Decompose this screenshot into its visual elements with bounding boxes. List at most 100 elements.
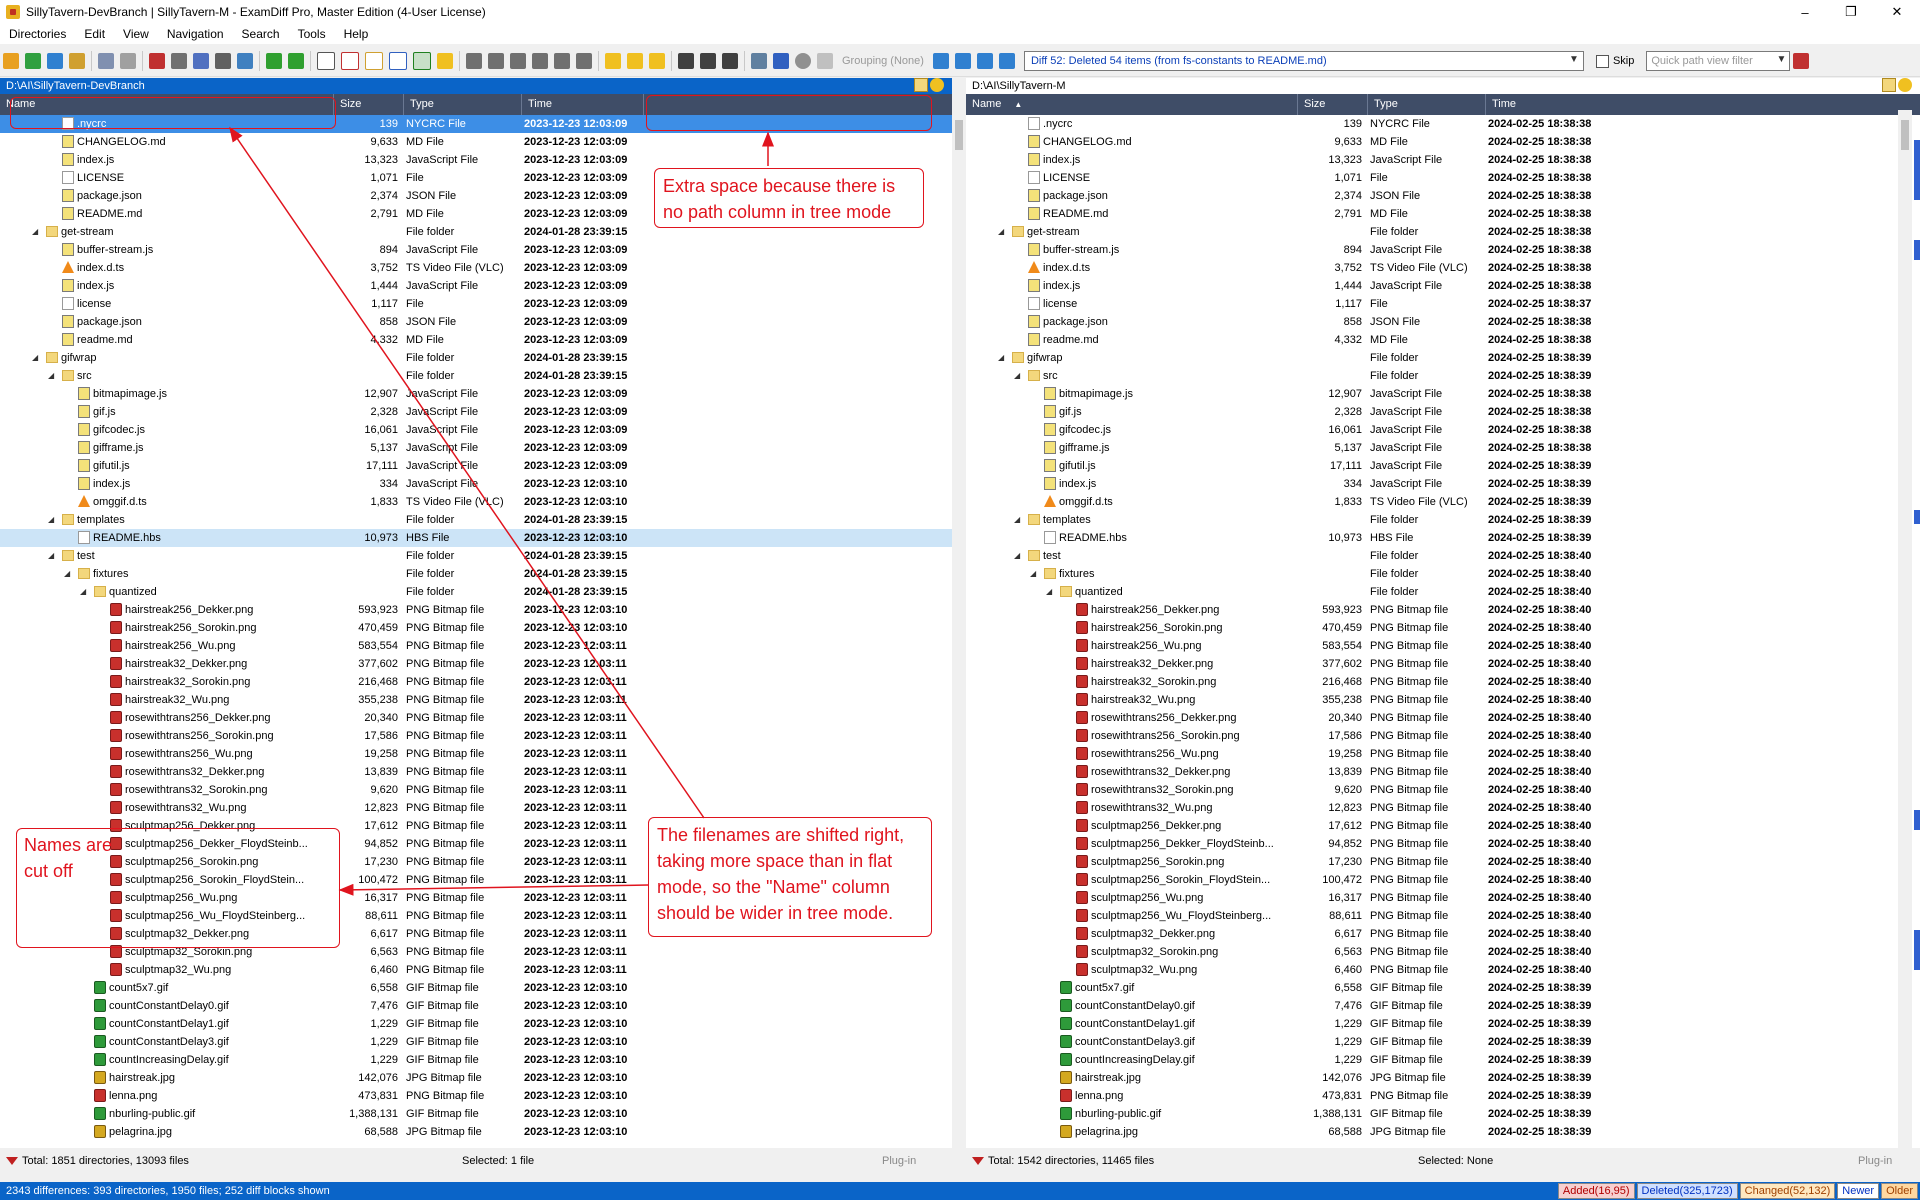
table-row[interactable]: rosewithtrans32_Sorokin.png 9,620 PNG Bitm… bbox=[966, 781, 1920, 799]
expand-toggle-icon[interactable]: ◢ bbox=[1014, 547, 1020, 565]
column-type[interactable]: Type bbox=[404, 94, 522, 115]
expand-toggle-icon[interactable]: ◢ bbox=[1046, 583, 1052, 601]
table-row[interactable]: license 1,117 File 2024-02-25 18:38:37 bbox=[966, 295, 1920, 313]
expand-toggle-icon[interactable]: ◢ bbox=[1030, 565, 1036, 583]
table-row[interactable]: README.hbs 10,973 HBS File 2024-02-25 18:38… bbox=[966, 529, 1920, 547]
search-icon[interactable] bbox=[237, 53, 253, 69]
table-row[interactable]: hairstreak256_Wu.png 583,554 PNG Bitmap fi… bbox=[966, 637, 1920, 655]
column-name[interactable]: Name ▲ bbox=[966, 94, 1298, 115]
table-row[interactable]: gifframe.js 5,137 JavaScript File 2024-02-2… bbox=[966, 439, 1920, 457]
view-icon[interactable] bbox=[317, 52, 335, 70]
table-row[interactable]: rosewithtrans32_Wu.png 12,823 PNG Bitmap f… bbox=[0, 799, 952, 817]
table-row[interactable]: ◢ get-stream File folder 2024-02-25 18:38:3… bbox=[966, 223, 1920, 241]
binoculars-prev-icon[interactable] bbox=[722, 53, 738, 69]
table-row[interactable]: gifutil.js 17,111 JavaScript File 2024-02-2… bbox=[966, 457, 1920, 475]
clear-filter-icon[interactable] bbox=[1793, 53, 1810, 69]
menu-search[interactable]: Search bbox=[233, 27, 289, 41]
expand-toggle-icon[interactable]: ◢ bbox=[998, 223, 1004, 241]
newer-badge[interactable]: Newer bbox=[1837, 1183, 1880, 1199]
table-row[interactable]: rosewithtrans32_Dekker.png 13,839 PNG Bitm… bbox=[966, 763, 1920, 781]
expand-toggle-icon[interactable]: ◢ bbox=[64, 565, 70, 583]
table-row[interactable]: countConstantDelay1.gif 1,229 GIF Bitmap f… bbox=[966, 1015, 1920, 1033]
table-row[interactable]: sculptmap256_Sorokin_FloydStein... 100,47… bbox=[966, 871, 1920, 889]
table-row[interactable]: hairstreak32_Sorokin.png 216,468 PNG Bitma… bbox=[966, 673, 1920, 691]
table-row[interactable]: index.js 334 JavaScript File 2023-12-23 12:… bbox=[0, 475, 952, 493]
table-row[interactable]: count5x7.gif 6,558 GIF Bitmap file 2024-02-… bbox=[966, 979, 1920, 997]
table-row[interactable]: lenna.png 473,831 PNG Bitmap file 2024-02-2… bbox=[966, 1087, 1920, 1105]
table-row[interactable]: README.hbs 10,973 HBS File 2023-12-23 12:03… bbox=[0, 529, 952, 547]
table-row[interactable]: count5x7.gif 6,558 GIF Bitmap file 2023-12-… bbox=[0, 979, 952, 997]
table-row[interactable]: CHANGELOG.md 9,633 MD File 2023-12-23 12:03… bbox=[0, 133, 952, 151]
table-row[interactable]: package.json 858 JSON File 2023-12-23 12:03… bbox=[0, 313, 952, 331]
table-row[interactable]: index.js 334 JavaScript File 2024-02-25 18:… bbox=[966, 475, 1920, 493]
table-row[interactable]: ◢ fixtures File folder 2024-01-28 23:39:15 bbox=[0, 565, 952, 583]
table-row[interactable]: gifcodec.js 16,061 JavaScript File 2024-02-… bbox=[966, 421, 1920, 439]
table-row[interactable]: countIncreasingDelay.gif 1,229 GIF Bitmap … bbox=[966, 1051, 1920, 1069]
table-row[interactable]: index.js 13,323 JavaScript File 2023-12-23 … bbox=[0, 151, 952, 169]
table-row[interactable]: hairstreak32_Wu.png 355,238 PNG Bitmap fil… bbox=[0, 691, 952, 709]
diff-navigator-select[interactable]: Diff 52: Deleted 54 items (from fs-const… bbox=[1023, 51, 1584, 71]
collapse-all-icon[interactable] bbox=[976, 53, 993, 69]
table-row[interactable]: gif.js 2,328 JavaScript File 2024-02-25 18:… bbox=[966, 403, 1920, 421]
table-row[interactable]: countConstantDelay0.gif 7,476 GIF Bitmap f… bbox=[0, 997, 952, 1015]
table-row[interactable]: ◢ quantized File folder 2024-01-28 23:39:15 bbox=[0, 583, 952, 601]
table-row[interactable]: rosewithtrans256_Wu.png 19,258 PNG Bitmap … bbox=[0, 745, 952, 763]
table-row[interactable]: gifcodec.js 16,061 JavaScript File 2023-12-… bbox=[0, 421, 952, 439]
table-row[interactable]: ◢ src File folder 2024-01-28 23:39:15 bbox=[0, 367, 952, 385]
table-row[interactable]: sculptmap256_Wu.png 16,317 PNG Bitmap file… bbox=[966, 889, 1920, 907]
table-row[interactable]: rosewithtrans32_Wu.png 12,823 PNG Bitmap f… bbox=[966, 799, 1920, 817]
deleted-badge[interactable]: Deleted(325,1723) bbox=[1636, 1183, 1738, 1199]
menu-help[interactable]: Help bbox=[335, 27, 378, 41]
quick-path-filter-input[interactable]: Quick path view filter ▼ bbox=[1646, 51, 1791, 71]
table-row[interactable]: ◢ templates File folder 2024-01-28 23:39:15 bbox=[0, 511, 952, 529]
left-scrollbar[interactable] bbox=[952, 110, 966, 1160]
table-row[interactable]: LICENSE 1,071 File 2024-02-25 18:38:38 bbox=[966, 169, 1920, 187]
close-button[interactable]: ✕ bbox=[1874, 0, 1920, 24]
expand-toggle-icon[interactable]: ◢ bbox=[32, 223, 38, 241]
table-row[interactable]: sculptmap32_Dekker.png 6,617 PNG Bitmap fi… bbox=[966, 925, 1920, 943]
table-row[interactable]: countConstantDelay3.gif 1,229 GIF Bitmap f… bbox=[0, 1033, 952, 1051]
table-row[interactable]: ◢ test File folder 2024-01-28 23:39:15 bbox=[0, 547, 952, 565]
table-row[interactable]: pelagrina.jpg 68,588 JPG Bitmap file 2024-0… bbox=[966, 1123, 1920, 1141]
table-row[interactable]: ◢ gifwrap File folder 2024-01-28 23:39:15 bbox=[0, 349, 952, 367]
menu-directories[interactable]: Directories bbox=[0, 27, 75, 41]
table-row[interactable]: sculptmap256_Wu_FloydSteinberg... 88,611 P… bbox=[966, 907, 1920, 925]
filter-deleted-icon[interactable] bbox=[488, 53, 504, 69]
tree-view-icon[interactable] bbox=[932, 53, 949, 69]
right-scrollbar[interactable] bbox=[1898, 110, 1912, 1148]
table-row[interactable]: index.js 1,444 JavaScript File 2023-12-23 1… bbox=[0, 277, 952, 295]
table-row[interactable]: countConstantDelay3.gif 1,229 GIF Bitmap f… bbox=[966, 1033, 1920, 1051]
table-row[interactable]: gif.js 2,328 JavaScript File 2023-12-23 12:… bbox=[0, 403, 952, 421]
table-row[interactable]: hairstreak256_Sorokin.png 470,459 PNG Bitm… bbox=[966, 619, 1920, 637]
column-size[interactable]: Size bbox=[334, 94, 404, 115]
table-row[interactable]: hairstreak32_Sorokin.png 216,468 PNG Bitma… bbox=[0, 673, 952, 691]
stop-icon[interactable] bbox=[627, 53, 643, 69]
table-row[interactable]: package.json 2,374 JSON File 2024-02-25 18:… bbox=[966, 187, 1920, 205]
diff-location-bar[interactable] bbox=[1914, 110, 1920, 1148]
expand-toggle-icon[interactable]: ◢ bbox=[48, 547, 54, 565]
binoculars-icon[interactable] bbox=[678, 53, 694, 69]
filter-icon[interactable] bbox=[437, 53, 453, 69]
layout-icon[interactable] bbox=[98, 53, 114, 69]
refresh-icon[interactable] bbox=[25, 53, 41, 69]
table-row[interactable]: rosewithtrans256_Wu.png 19,258 PNG Bitmap … bbox=[966, 745, 1920, 763]
table-row[interactable]: rosewithtrans256_Dekker.png 20,340 PNG Bit… bbox=[0, 709, 952, 727]
table-row[interactable]: ◢ test File folder 2024-02-25 18:38:40 bbox=[966, 547, 1920, 565]
table-row[interactable]: ◢ fixtures File folder 2024-02-25 18:38:40 bbox=[966, 565, 1920, 583]
column-time[interactable]: Time bbox=[1486, 94, 1900, 115]
older-badge[interactable]: Older bbox=[1881, 1183, 1918, 1199]
maximize-button[interactable]: ❐ bbox=[1828, 0, 1874, 24]
table-row[interactable]: countConstantDelay0.gif 7,476 GIF Bitmap f… bbox=[966, 997, 1920, 1015]
table-row[interactable]: sculptmap32_Wu.png 6,460 PNG Bitmap file 20… bbox=[966, 961, 1920, 979]
table-row[interactable]: hairstreak32_Dekker.png 377,602 PNG Bitmap… bbox=[0, 655, 952, 673]
table-row[interactable]: hairstreak.jpg 142,076 JPG Bitmap file 2023… bbox=[0, 1069, 952, 1087]
table-row[interactable]: rosewithtrans32_Sorokin.png 9,620 PNG Bitm… bbox=[0, 781, 952, 799]
checked-icon[interactable] bbox=[413, 52, 431, 70]
table-row[interactable]: CHANGELOG.md 9,633 MD File 2024-02-25 18:38… bbox=[966, 133, 1920, 151]
table-row[interactable]: index.js 1,444 JavaScript File 2024-02-25 1… bbox=[966, 277, 1920, 295]
table-row[interactable]: bitmapimage.js 12,907 JavaScript File 2024-… bbox=[966, 385, 1920, 403]
table-row[interactable]: lenna.png 473,831 PNG Bitmap file 2023-12-2… bbox=[0, 1087, 952, 1105]
table-row[interactable]: pelagrina.jpg 68,588 JPG Bitmap file 2023-1… bbox=[0, 1123, 952, 1141]
table-row[interactable]: sculptmap256_Sorokin.png 17,230 PNG Bitmap… bbox=[966, 853, 1920, 871]
menu-navigation[interactable]: Navigation bbox=[158, 27, 233, 41]
